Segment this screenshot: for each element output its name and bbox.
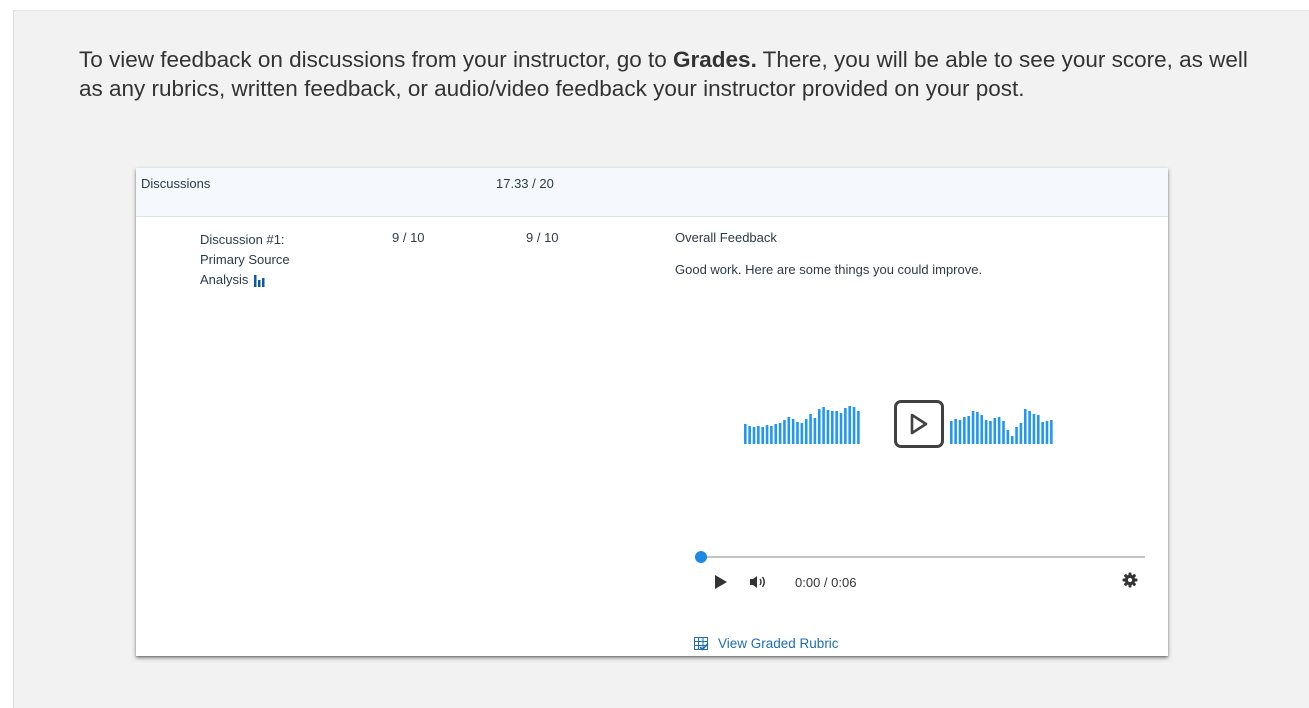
view-graded-rubric-link[interactable]: View Graded Rubric (694, 636, 839, 651)
waveform-bar (796, 422, 799, 444)
waveform-bar (852, 407, 856, 444)
bar-chart-icon[interactable] (254, 274, 265, 287)
waveform-bar (1015, 427, 1018, 444)
feedback-title: Overall Feedback (675, 230, 777, 245)
waveform-bar (1032, 414, 1036, 444)
waveform-bar (765, 425, 769, 444)
time-display: 0:00 / 0:06 (795, 575, 857, 590)
waveform-bar (1010, 436, 1014, 444)
waveform-bar (791, 419, 795, 444)
assignment-name[interactable]: Discussion #1: Primary Source Analysis (200, 230, 320, 290)
waveform-bar (848, 406, 851, 444)
waveform-bar (1019, 423, 1023, 444)
waveform-bar (963, 417, 966, 444)
waveform-bar (993, 418, 997, 444)
waveform-bar (748, 426, 751, 444)
waveform-bar (1002, 421, 1005, 444)
waveform-bar (1006, 430, 1010, 444)
play-outline-icon (910, 413, 928, 435)
waveform-bar (844, 408, 847, 444)
waveform-bar (761, 427, 764, 444)
play-large-button[interactable] (894, 400, 944, 448)
feedback-text: Good work. Here are some things you coul… (675, 262, 983, 277)
waveform-bar (831, 411, 834, 444)
waveform-bar (1028, 411, 1031, 444)
waveform-bar (744, 424, 747, 444)
progress-track[interactable] (702, 556, 1145, 558)
assignment-out-of: 9 / 10 (526, 230, 559, 245)
waveform-bar (757, 426, 760, 444)
category-name: Discussions (141, 176, 211, 191)
waveform-bar (1045, 421, 1049, 444)
waveform-bar (770, 426, 773, 444)
waveform-bar (971, 411, 975, 444)
waveform-bar (826, 410, 830, 444)
category-row (136, 168, 1168, 217)
waveform-bar (778, 423, 782, 444)
waveform-bar (813, 418, 817, 444)
grades-emphasis: Grades. (673, 47, 757, 72)
waveform-bar (857, 411, 860, 444)
waveform-bar (839, 413, 843, 444)
waveform-bar (958, 420, 962, 444)
waveform-bar (804, 419, 808, 444)
grades-screenshot-card: Discussions 17.33 / 20 Discussion #1: Pr… (136, 168, 1168, 656)
play-button[interactable] (714, 574, 728, 590)
waveform-bar (984, 420, 988, 444)
waveform-bar (752, 427, 756, 444)
waveform-bar (800, 423, 804, 444)
waveform-bar (1023, 409, 1027, 444)
category-score: 17.33 / 20 (496, 176, 554, 191)
waveform-bar (774, 424, 778, 444)
waveform-bar (1050, 420, 1053, 444)
waveform-bar (783, 420, 786, 444)
waveform-bar (997, 417, 1001, 444)
waveform-bar (809, 414, 812, 444)
assignment-score: 9 / 10 (392, 230, 425, 245)
waveform-bar (976, 412, 979, 444)
waveform-bar (1041, 422, 1044, 444)
waveform-bar (787, 417, 791, 444)
waveform-bar (1037, 415, 1040, 444)
waveform-bar (980, 415, 984, 444)
waveform-bar (989, 421, 992, 444)
gear-icon[interactable] (1122, 572, 1138, 588)
waveform-bar (835, 411, 838, 444)
rubric-link-label: View Graded Rubric (718, 636, 839, 651)
waveform-bar (817, 409, 821, 444)
waveform-bar (950, 421, 953, 444)
waveform-bar (954, 419, 957, 444)
volume-icon[interactable] (749, 574, 769, 590)
waveform-bar (822, 407, 825, 444)
progress-knob[interactable] (695, 551, 707, 563)
rubric-icon (694, 636, 709, 651)
instruction-text: To view feedback on discussions from you… (79, 47, 1248, 101)
waveform-bar (967, 416, 970, 444)
